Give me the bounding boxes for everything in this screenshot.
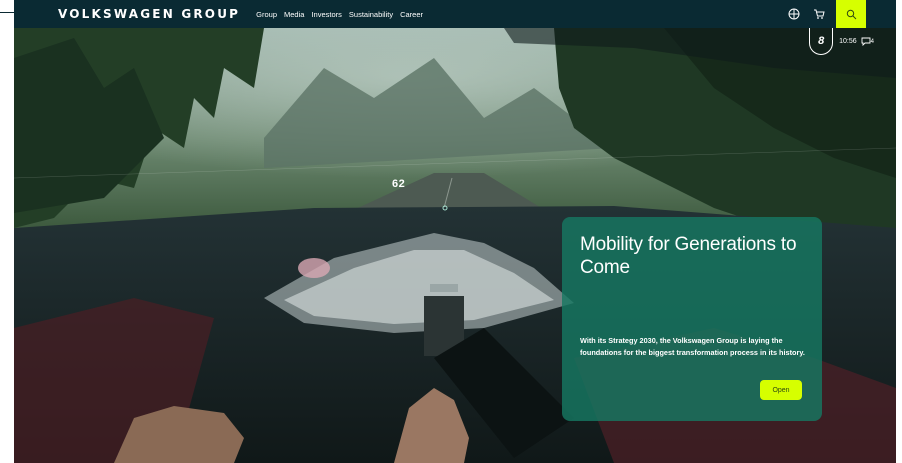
left-margin xyxy=(0,0,14,463)
message-count: 4 xyxy=(870,38,874,45)
globe-icon[interactable] xyxy=(786,6,802,22)
hud-status: 8 10:56 4 xyxy=(809,28,874,55)
brand-logo[interactable]: VOLKSWAGEN GROUP xyxy=(58,7,240,21)
nav-item-sustainability[interactable]: Sustainability xyxy=(349,10,393,19)
nav-actions xyxy=(786,0,896,28)
nav-item-investors[interactable]: Investors xyxy=(311,10,341,19)
nav-item-career[interactable]: Career xyxy=(400,10,423,19)
nav-item-group[interactable]: Group xyxy=(256,10,277,19)
message-indicator: 4 xyxy=(861,37,874,46)
search-button[interactable] xyxy=(836,0,866,28)
page: VOLKSWAGEN GROUP Group Media Investors S… xyxy=(0,0,902,463)
cart-icon[interactable] xyxy=(811,6,827,22)
teaser-card: Mobility for Generations to Come With it… xyxy=(562,217,822,421)
nav-item-media[interactable]: Media xyxy=(284,10,304,19)
divider xyxy=(0,12,14,13)
search-icon xyxy=(846,9,856,19)
card-description: With its Strategy 2030, the Volkswagen G… xyxy=(580,336,805,357)
speed-readout: 62 xyxy=(392,178,406,190)
top-navigation: VOLKSWAGEN GROUP Group Media Investors S… xyxy=(14,0,896,28)
open-button[interactable]: Open xyxy=(760,380,802,400)
card-title: Mobility for Generations to Come xyxy=(580,234,797,278)
right-margin xyxy=(896,0,902,463)
gauge-indicator: 8 xyxy=(809,28,834,55)
clock-readout: 10:56 xyxy=(839,38,857,45)
chat-icon xyxy=(861,37,871,46)
main-menu: Group Media Investors Sustainability Car… xyxy=(256,10,430,19)
